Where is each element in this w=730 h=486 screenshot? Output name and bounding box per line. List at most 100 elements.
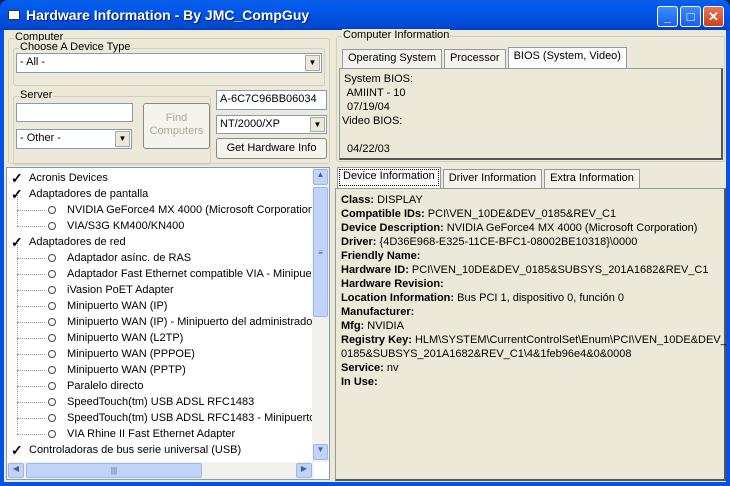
tree-line bbox=[17, 370, 18, 386]
field-value: PCI\VEN_10DE&DEV_0185&SUBSYS_201A1682&RE… bbox=[411, 264, 709, 276]
tree-item-label: SpeedTouch(tm) USB ADSL RFC1483 - Minipu… bbox=[67, 412, 330, 424]
device-node-icon bbox=[48, 382, 56, 390]
tree-line bbox=[17, 258, 18, 274]
maximize-button[interactable]: □ bbox=[680, 6, 701, 27]
scroll-thumb[interactable]: ≡ bbox=[313, 187, 328, 317]
tree-line bbox=[17, 194, 18, 210]
tree-item-label: Adaptador Fast Ethernet compatible VIA -… bbox=[67, 268, 325, 280]
chevron-down-icon[interactable]: ▼ bbox=[115, 131, 130, 147]
field-key: Hardware Revision: bbox=[341, 278, 444, 290]
field-key: Hardware ID: bbox=[341, 264, 409, 276]
device-field: Hardware ID: PCI\VEN_10DE&DEV_0185&SUBSY… bbox=[341, 263, 719, 277]
tree-line bbox=[17, 322, 45, 323]
tree-item-label: Adaptadores de red bbox=[29, 236, 126, 248]
device-tree[interactable]: ✓ Acronis Devices ✓ Adaptadores de pantalla… bbox=[6, 167, 330, 480]
tree-item-label: iVasion PoET Adapter bbox=[67, 284, 174, 296]
tab-extra-information[interactable]: Extra Information bbox=[544, 169, 640, 188]
field-key: Service: bbox=[341, 362, 384, 374]
field-value: 0185&SUBSYS_201A1682&REV_C1\4&1feb96e4&0… bbox=[341, 348, 632, 360]
server-input[interactable] bbox=[16, 103, 133, 122]
tree-line bbox=[17, 338, 18, 354]
tree-line bbox=[17, 402, 45, 403]
tree-line bbox=[17, 338, 45, 339]
server-label: Server bbox=[19, 89, 54, 101]
tree-line bbox=[17, 210, 18, 226]
field-key: In Use: bbox=[341, 376, 378, 388]
device-node-icon bbox=[48, 302, 56, 310]
minimize-button[interactable]: _ bbox=[657, 6, 678, 27]
tree-line bbox=[17, 242, 18, 258]
app-icon bbox=[8, 10, 20, 20]
field-value: DISPLAY bbox=[377, 194, 423, 206]
window-title: Hardware Information - By JMC_CompGuy bbox=[26, 7, 310, 23]
tree-item-label: Controladoras de bus serie universal (US… bbox=[29, 444, 242, 456]
tree-line bbox=[17, 306, 45, 307]
tree-item-label: VIA Rhine II Fast Ethernet Adapter bbox=[67, 428, 236, 440]
scroll-right-button[interactable]: ▶ bbox=[296, 463, 312, 478]
close-button[interactable]: ✕ bbox=[703, 6, 724, 27]
field-key: Device Description: bbox=[341, 222, 444, 234]
field-value: PCI\VEN_10DE&DEV_0185&REV_C1 bbox=[427, 208, 617, 220]
tree-line bbox=[17, 354, 45, 355]
find-computers-button[interactable]: Find Computers bbox=[143, 103, 210, 149]
title-bar: Hardware Information - By JMC_CompGuy _ … bbox=[0, 0, 730, 30]
field-key: Driver: bbox=[341, 236, 377, 248]
os-select[interactable]: NT/2000/XP ▼ bbox=[216, 115, 327, 134]
tab-bios[interactable]: BIOS (System, Video) bbox=[507, 47, 627, 68]
chevron-down-icon[interactable]: ▼ bbox=[305, 55, 320, 71]
field-value: Bus PCI 1, dispositivo 0, función 0 bbox=[457, 292, 625, 304]
scroll-down-button[interactable]: ▼ bbox=[313, 444, 328, 460]
device-node-icon bbox=[48, 366, 56, 374]
device-node-icon bbox=[48, 254, 56, 262]
hscroll-thumb[interactable]: ||| bbox=[26, 463, 202, 478]
bios-panel: System BIOS: AMIINT - 10 07/19/04 Video … bbox=[339, 68, 723, 160]
field-value: nv bbox=[386, 362, 399, 374]
server-type-select[interactable]: - Other - ▼ bbox=[16, 129, 132, 149]
horizontal-scrollbar[interactable]: ◀ ||| ▶ bbox=[7, 462, 314, 479]
tree-line bbox=[17, 274, 45, 275]
tree-line bbox=[17, 370, 45, 371]
scroll-up-button[interactable]: ▲ bbox=[313, 169, 328, 185]
tree-item-label: Minipuerto WAN (IP) bbox=[67, 300, 168, 312]
field-key: Manufacturer: bbox=[341, 306, 415, 318]
tree-line bbox=[17, 210, 45, 211]
tree-item-label: Paralelo directo bbox=[67, 380, 144, 392]
tree-line bbox=[17, 322, 18, 338]
computer-name-field[interactable]: A-6C7C96BB06034 bbox=[216, 90, 327, 110]
tab-device-information[interactable]: Device Information bbox=[337, 167, 441, 188]
device-type-select[interactable]: - All - ▼ bbox=[16, 53, 322, 73]
bios-line: 04/22/03 bbox=[344, 143, 390, 155]
tree-line bbox=[17, 258, 45, 259]
scroll-left-button[interactable]: ◀ bbox=[8, 463, 24, 478]
tab-processor[interactable]: Processor bbox=[444, 49, 506, 68]
tree-line bbox=[17, 354, 18, 370]
tab-operating-system[interactable]: Operating System bbox=[342, 49, 443, 68]
field-value: HLM\SYSTEM\CurrentControlSet\Enum\PCI\VE… bbox=[414, 334, 727, 346]
device-field: 0185&SUBSYS_201A1682&REV_C1\4&1feb96e4&0… bbox=[341, 347, 719, 361]
device-field: Service: nv bbox=[341, 361, 719, 375]
vertical-scrollbar[interactable]: ▲ ≡ ▼ bbox=[312, 168, 329, 462]
os-value: NT/2000/XP bbox=[220, 118, 280, 130]
tree-line bbox=[17, 418, 45, 419]
field-key: Registry Key: bbox=[341, 334, 412, 346]
device-node-icon bbox=[48, 222, 56, 230]
computer-info-label: Computer Information bbox=[342, 29, 451, 41]
get-hardware-info-button[interactable]: Get Hardware Info bbox=[216, 138, 327, 159]
tree-line bbox=[17, 434, 45, 435]
field-value: NVIDIA GeForce4 MX 4000 (Microsoft Corpo… bbox=[446, 222, 698, 234]
tree-line bbox=[17, 290, 45, 291]
tab-driver-information[interactable]: Driver Information bbox=[442, 169, 543, 188]
field-value: {4D36E968-E325-11CE-BFC1-08002BE10318}\0… bbox=[379, 236, 638, 248]
device-type-value: - All - bbox=[20, 56, 46, 68]
device-node-icon bbox=[48, 286, 56, 294]
field-key: Friendly Name: bbox=[341, 250, 421, 262]
device-field: In Use: bbox=[341, 375, 719, 389]
tree-line bbox=[17, 306, 18, 322]
device-field: Driver: {4D36E968-E325-11CE-BFC1-08002BE… bbox=[341, 235, 719, 249]
tree-line bbox=[17, 418, 18, 434]
chevron-down-icon[interactable]: ▼ bbox=[310, 117, 325, 132]
device-node-icon bbox=[48, 350, 56, 358]
device-field: Class: DISPLAY bbox=[341, 193, 719, 207]
device-tabs: Device Information Driver Information Ex… bbox=[337, 167, 642, 188]
checkmark-icon: ✓ bbox=[11, 442, 23, 458]
